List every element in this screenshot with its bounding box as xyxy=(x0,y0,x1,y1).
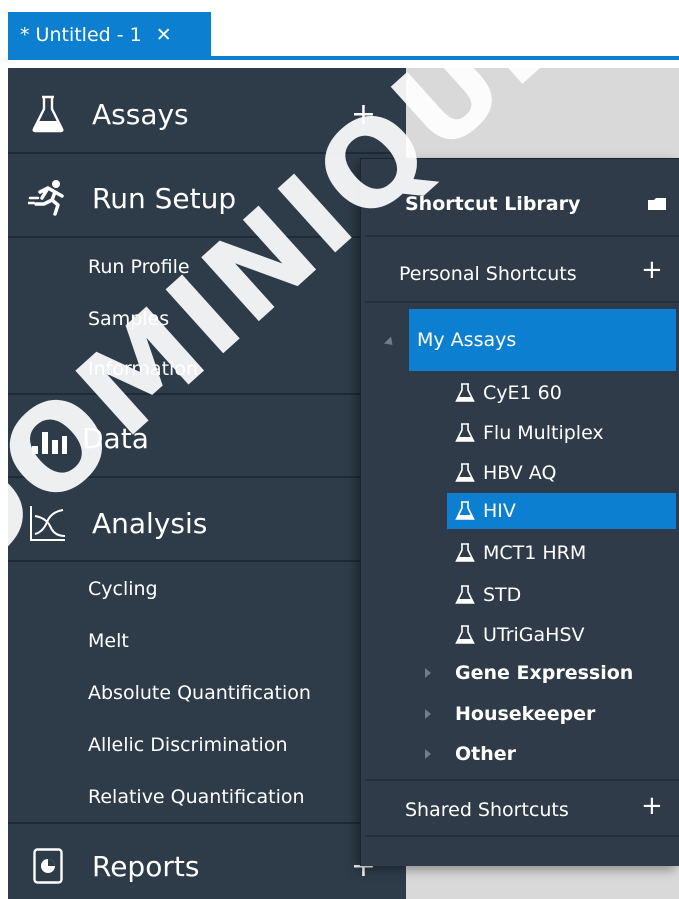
assay-label: HBV AQ xyxy=(483,462,557,484)
add-personal-shortcut-button[interactable]: + xyxy=(641,255,663,285)
analysis-plot-icon xyxy=(28,503,68,543)
tree-item-assay[interactable]: Flu Multiplex xyxy=(455,415,604,451)
nav-data[interactable]: Data xyxy=(8,408,406,468)
flask-icon xyxy=(455,463,475,482)
expand-arrow-icon[interactable] xyxy=(425,749,431,759)
tree-group-housekeeper[interactable]: Housekeeper xyxy=(455,703,595,725)
nav-analysis-label: Analysis xyxy=(92,506,208,540)
tree-group-gene-expression[interactable]: Gene Expression xyxy=(455,662,633,684)
expand-arrow-icon[interactable] xyxy=(425,668,431,678)
nav-divider xyxy=(8,152,406,154)
nav-divider xyxy=(8,476,406,478)
nav-relative-quantification[interactable]: Relative Quantification xyxy=(88,786,305,808)
panel-divider xyxy=(365,235,679,237)
nav-information[interactable]: Information xyxy=(88,358,198,380)
nav-reports-label: Reports xyxy=(92,849,200,883)
assay-label: MCT1 HRM xyxy=(483,542,587,564)
collapse-arrow-icon[interactable] xyxy=(383,336,397,349)
nav-absolute-quantification[interactable]: Absolute Quantification xyxy=(88,682,311,704)
left-navigation: Assays + Run Setup Run Profile Samples I… xyxy=(8,68,406,899)
add-assay-button[interactable]: + xyxy=(351,97,376,132)
tree-node-my-assays[interactable]: My Assays xyxy=(409,309,676,371)
assay-label: STD xyxy=(483,584,522,606)
flask-icon xyxy=(455,423,475,442)
flask-icon xyxy=(455,543,475,562)
tree-group-other[interactable]: Other xyxy=(455,743,516,765)
nav-allelic-discrimination[interactable]: Allelic Discrimination xyxy=(88,734,288,756)
flask-icon xyxy=(28,94,68,134)
flask-icon xyxy=(455,625,475,644)
my-assays-label: My Assays xyxy=(417,329,517,351)
flask-icon xyxy=(455,501,475,520)
nav-run-setup-label: Run Setup xyxy=(92,181,237,215)
assay-label: HIV xyxy=(483,500,516,522)
close-tab-icon[interactable]: ✕ xyxy=(156,24,172,46)
tree-item-assay[interactable]: UTriGaHSV xyxy=(455,617,585,653)
panel-divider xyxy=(365,301,679,303)
nav-data-label: Data xyxy=(82,421,149,455)
assay-label: UTriGaHSV xyxy=(483,624,585,646)
running-person-icon xyxy=(28,178,68,218)
nav-divider xyxy=(8,393,406,395)
nav-assays[interactable]: Assays + xyxy=(8,84,406,144)
document-tab[interactable]: * Untitled - 1 ✕ xyxy=(8,12,211,58)
tab-underline xyxy=(8,56,679,60)
assay-label: Flu Multiplex xyxy=(483,422,604,444)
tree-item-assay[interactable]: MCT1 HRM xyxy=(455,535,586,571)
nav-samples[interactable]: Samples xyxy=(88,308,169,330)
tree-item-assay[interactable]: HBV AQ xyxy=(455,455,556,491)
nav-run-setup[interactable]: Run Setup xyxy=(8,168,406,228)
shared-shortcuts-label: Shared Shortcuts xyxy=(405,799,569,821)
flask-icon xyxy=(455,383,475,402)
nav-cycling[interactable]: Cycling xyxy=(88,578,158,600)
document-tab-title: * Untitled - 1 xyxy=(20,24,142,46)
bar-chart-icon xyxy=(28,418,68,458)
nav-reports[interactable]: Reports + xyxy=(8,836,406,896)
nav-melt[interactable]: Melt xyxy=(88,630,129,652)
nav-analysis[interactable]: Analysis xyxy=(8,493,406,553)
nav-assays-label: Assays xyxy=(92,97,189,131)
nav-run-profile[interactable]: Run Profile xyxy=(88,256,190,278)
add-shared-shortcut-button[interactable]: + xyxy=(641,791,663,821)
nav-divider xyxy=(8,236,406,238)
tree-item-assay[interactable]: STD xyxy=(455,577,521,613)
tree-item-assay[interactable]: CyE1 60 xyxy=(455,375,562,411)
tree-item-assay-selected[interactable]: HIV xyxy=(447,493,676,529)
panel-divider xyxy=(365,835,679,837)
folder-icon[interactable] xyxy=(647,197,667,211)
personal-shortcuts-label: Personal Shortcuts xyxy=(399,263,577,285)
report-pie-icon xyxy=(28,846,68,886)
nav-divider xyxy=(8,822,406,824)
assay-label: CyE1 60 xyxy=(483,382,562,404)
expand-arrow-icon[interactable] xyxy=(425,709,431,719)
shortcut-library-panel: Shortcut Library Personal Shortcuts + My… xyxy=(360,158,679,866)
panel-divider xyxy=(365,779,679,781)
tab-strip: * Untitled - 1 ✕ xyxy=(0,0,679,68)
nav-divider xyxy=(8,560,406,562)
flask-icon xyxy=(455,585,475,604)
shortcut-library-title: Shortcut Library xyxy=(405,193,581,215)
